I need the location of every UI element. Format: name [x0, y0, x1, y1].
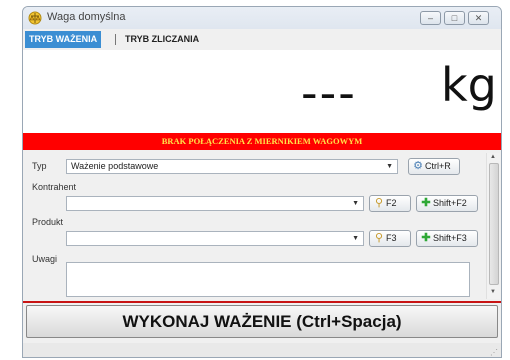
- resize-grip-icon[interactable]: ⋰: [490, 348, 498, 357]
- weighing-form: Typ Ważenie podstawowe ▼ ⚙ Ctrl+R Kontrah…: [23, 153, 501, 299]
- title-bar[interactable]: Waga domyślna – □ ✕: [23, 7, 501, 29]
- produkt-add-button[interactable]: ✚ Shift+F3: [416, 230, 478, 247]
- scroll-up-icon[interactable]: ▲: [490, 154, 496, 160]
- chevron-down-icon: ▼: [352, 200, 359, 207]
- search-icon: ⚲: [374, 232, 384, 244]
- scroll-down-icon[interactable]: ▼: [490, 289, 496, 295]
- tab-counting[interactable]: TRYB ZLICZANIA: [121, 31, 203, 48]
- main-window: Waga domyślna – □ ✕ TRYB WAŻENIA TRYB ZL…: [22, 6, 502, 358]
- kontrahent-search-label: F2: [386, 198, 397, 208]
- produkt-search-label: F3: [386, 233, 397, 243]
- typ-settings-button[interactable]: ⚙ Ctrl+R: [408, 158, 460, 175]
- weight-unit: kg: [441, 58, 497, 112]
- kontrahent-search-button[interactable]: ⚲ F2: [369, 195, 411, 212]
- produkt-search-button[interactable]: ⚲ F3: [369, 230, 411, 247]
- typ-label: Typ: [32, 161, 47, 171]
- search-icon: ⚲: [374, 197, 384, 209]
- scroll-thumb[interactable]: [489, 163, 499, 285]
- minimize-button[interactable]: –: [420, 11, 441, 25]
- weight-value: ---: [301, 66, 357, 120]
- window-title: Waga domyślna: [47, 11, 126, 23]
- typ-button-label: Ctrl+R: [425, 161, 451, 171]
- settings-icon: ⚙: [413, 160, 423, 172]
- uwagi-textarea[interactable]: [66, 262, 470, 297]
- chevron-down-icon: ▼: [352, 235, 359, 242]
- typ-select-value: Ważenie podstawowe: [71, 161, 159, 171]
- tab-separator: [115, 34, 116, 45]
- plus-icon: ✚: [421, 197, 431, 209]
- action-separator: [23, 301, 501, 303]
- kontrahent-add-label: Shift+F2: [433, 198, 467, 208]
- chevron-down-icon: ▼: [386, 163, 393, 170]
- tab-weighing[interactable]: TRYB WAŻENIA: [25, 31, 102, 48]
- close-button[interactable]: ✕: [468, 11, 489, 25]
- mode-tabs: TRYB WAŻENIA TRYB ZLICZANIA: [23, 31, 501, 48]
- connection-alert-banner: BRAK POŁĄCZENIA Z MIERNIKIEM WAGOWYM: [23, 133, 501, 150]
- scale-icon: [28, 11, 42, 25]
- kontrahent-select[interactable]: ▼: [66, 196, 364, 211]
- status-bar: ⋰: [23, 343, 501, 357]
- typ-select[interactable]: Ważenie podstawowe ▼: [66, 159, 398, 174]
- execute-weighing-button[interactable]: WYKONAJ WAŻENIE (Ctrl+Spacja): [26, 305, 498, 338]
- form-scrollbar[interactable]: ▲ ▼: [486, 153, 500, 299]
- plus-icon: ✚: [421, 232, 431, 244]
- kontrahent-add-button[interactable]: ✚ Shift+F2: [416, 195, 478, 212]
- produkt-add-label: Shift+F3: [433, 233, 467, 243]
- produkt-label: Produkt: [32, 217, 64, 227]
- uwagi-label: Uwagi: [32, 254, 58, 264]
- kontrahent-label: Kontrahent: [32, 182, 77, 192]
- produkt-select[interactable]: ▼: [66, 231, 364, 246]
- weight-display: --- kg: [23, 50, 501, 134]
- maximize-button[interactable]: □: [444, 11, 465, 25]
